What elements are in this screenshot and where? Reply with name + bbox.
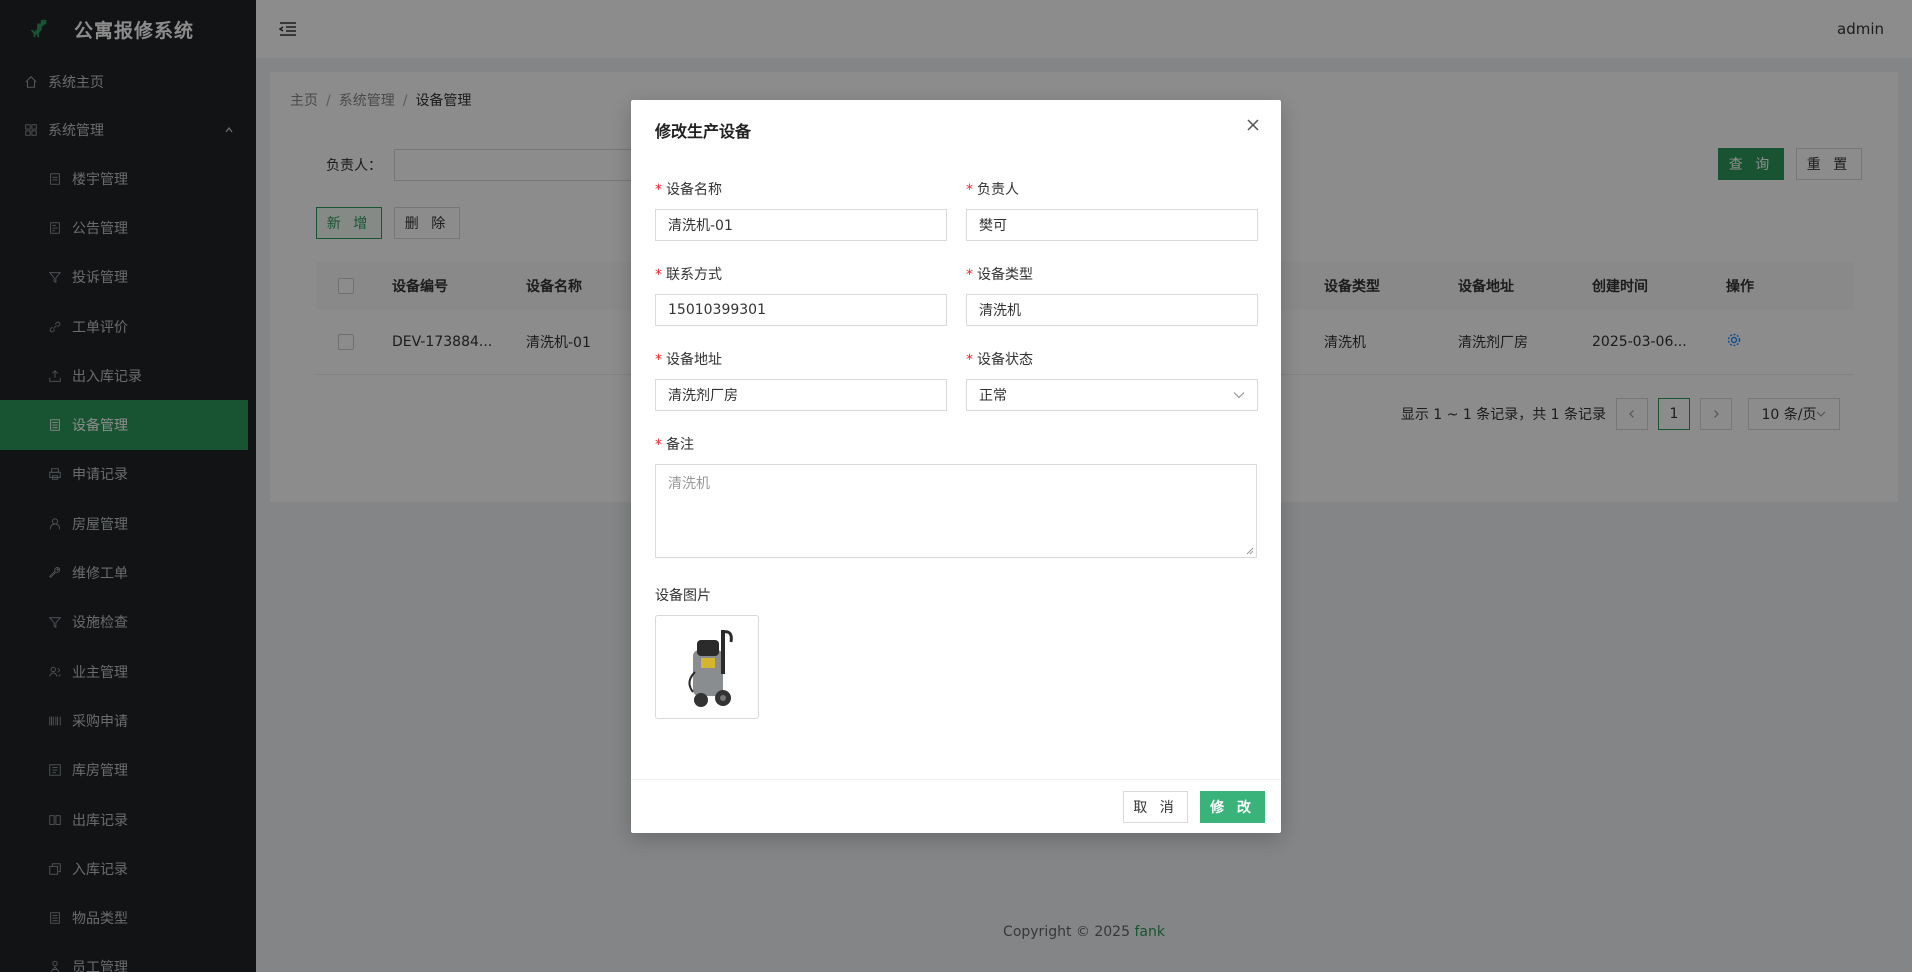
remark-label: 备注 bbox=[666, 437, 694, 453]
submit-edit-button[interactable]: 修 改 bbox=[1200, 790, 1265, 823]
cancel-button[interactable]: 取 消 bbox=[1123, 790, 1188, 823]
modal-title: 修改生产设备 bbox=[655, 122, 752, 141]
device-type-input[interactable]: 清洗机 bbox=[966, 294, 1258, 326]
device-name-label: 设备名称 bbox=[666, 182, 722, 198]
device-addr-label: 设备地址 bbox=[666, 352, 722, 368]
resize-handle-icon[interactable] bbox=[1246, 547, 1254, 555]
device-image-field: 设备图片 bbox=[655, 585, 759, 719]
owner-input[interactable]: 樊可 bbox=[966, 209, 1258, 241]
device-status-field: * 设备状态 正常 bbox=[966, 349, 1258, 411]
phone-label: 联系方式 bbox=[666, 267, 722, 283]
device-name-field: * 设备名称 清洗机-01 bbox=[655, 179, 947, 241]
chevron-down-icon bbox=[1233, 392, 1245, 399]
close-icon[interactable] bbox=[1245, 117, 1261, 133]
remark-field: * 备注 清洗机 bbox=[655, 434, 1257, 558]
owner-label: 负责人 bbox=[977, 182, 1019, 198]
phone-field: * 联系方式 15010399301 bbox=[655, 264, 947, 326]
device-status-select[interactable]: 正常 bbox=[966, 379, 1258, 411]
device-addr-input[interactable]: 清洗剂厂房 bbox=[655, 379, 947, 411]
device-status-label: 设备状态 bbox=[977, 352, 1033, 368]
device-type-label: 设备类型 bbox=[977, 267, 1033, 283]
device-addr-field: * 设备地址 清洗剂厂房 bbox=[655, 349, 947, 411]
owner-field: * 负责人 樊可 bbox=[966, 179, 1258, 241]
device-name-input[interactable]: 清洗机-01 bbox=[655, 209, 947, 241]
remark-textarea[interactable]: 清洗机 bbox=[655, 464, 1257, 558]
modal-footer: 取 消 修 改 bbox=[631, 779, 1281, 833]
device-image-label: 设备图片 bbox=[655, 588, 711, 604]
edit-device-modal: 修改生产设备 * 设备名称 清洗机-01 * 负责人 樊可 * 联系方式 150103… bbox=[631, 100, 1281, 833]
phone-input[interactable]: 15010399301 bbox=[655, 294, 947, 326]
device-image-thumbnail[interactable] bbox=[655, 615, 759, 719]
device-type-field: * 设备类型 清洗机 bbox=[966, 264, 1258, 326]
pressure-washer-image bbox=[688, 630, 733, 707]
